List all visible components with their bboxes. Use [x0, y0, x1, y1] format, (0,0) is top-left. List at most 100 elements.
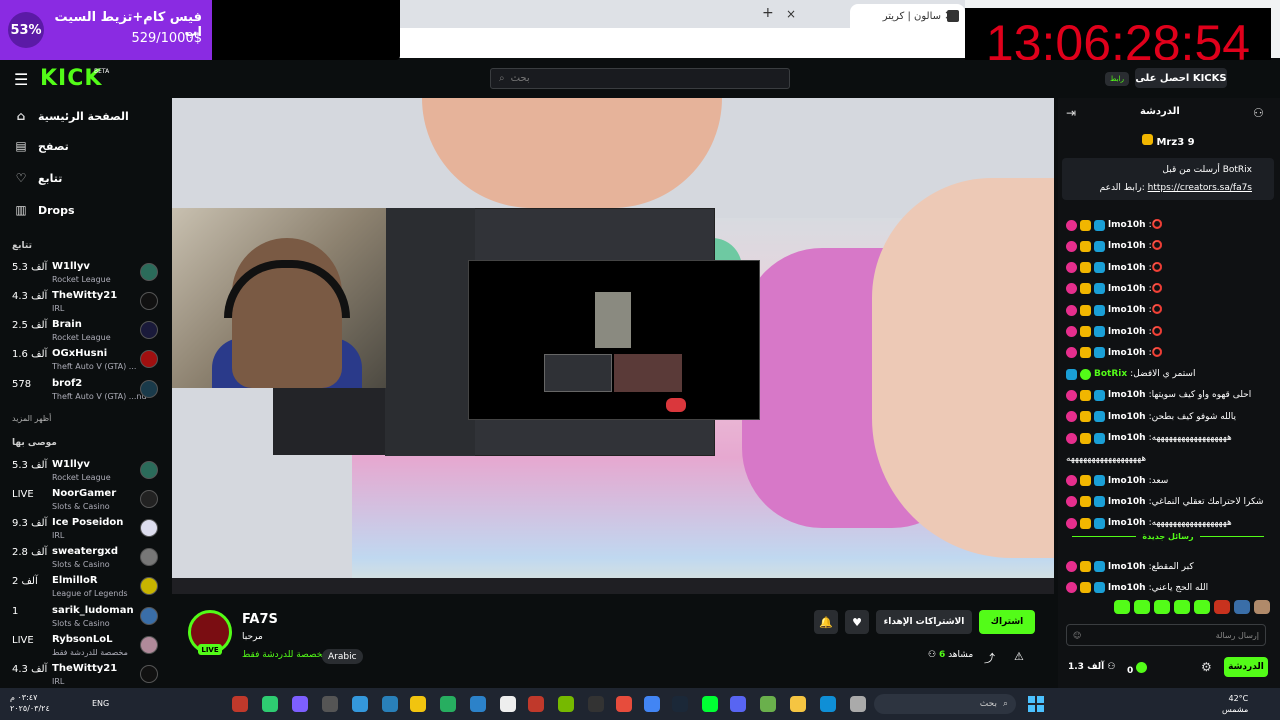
folder-icon[interactable] — [790, 696, 806, 712]
app-icon[interactable] — [292, 696, 308, 712]
channel-item[interactable]: 9.3 آلف Ice Poseidon IRL — [12, 516, 162, 544]
user-badge-icon — [1066, 262, 1077, 274]
emote-icon[interactable] — [1114, 600, 1130, 614]
chat-username[interactable]: lmo10h — [1108, 562, 1146, 572]
channel-item[interactable]: 1 sarik_ludoman Slots & Casino — [12, 604, 162, 632]
app-icon[interactable] — [470, 696, 486, 712]
discord-sidebar — [385, 208, 475, 456]
app-icon[interactable] — [850, 696, 866, 712]
category-link[interactable]: مخصصة للدردشة فقط — [242, 650, 327, 660]
collapse-chat-icon[interactable]: ⇥ — [1066, 106, 1076, 120]
app-icon[interactable] — [616, 696, 632, 712]
channel-item[interactable]: 5.3 آلف W1llyv Rocket League — [12, 458, 162, 486]
app-icon[interactable] — [760, 696, 776, 712]
hamburger-menu-icon[interactable]: ☰ — [14, 70, 28, 89]
chat-username[interactable]: lmo10h — [1108, 476, 1146, 486]
channel-item[interactable]: 2.8 آلف sweatergxd Slots & Casino — [12, 545, 162, 573]
discord-icon[interactable] — [730, 696, 746, 712]
chat-username[interactable]: lmo10h — [1108, 433, 1146, 443]
app-icon[interactable] — [410, 696, 426, 712]
channel-item[interactable]: 1.6 آلف OGxHusni Theft Auto V (GTA) ... — [12, 347, 162, 375]
address-bar[interactable] — [400, 28, 965, 58]
emote-icon[interactable] — [1134, 600, 1150, 614]
app-icon[interactable] — [500, 696, 516, 712]
app-icon[interactable] — [702, 696, 718, 712]
channel-item[interactable]: 578 brof2 Theft Auto V (GTA) ...nd — [12, 377, 162, 405]
chat-username[interactable]: lmo10h — [1108, 497, 1146, 507]
app-icon[interactable] — [262, 696, 278, 712]
gear-icon[interactable]: ⚙ — [1201, 660, 1212, 674]
channel-item[interactable]: 2 آلف ElmilloR League of Legends — [12, 574, 162, 602]
emoji-icon[interactable]: ☺ — [1073, 631, 1081, 640]
chat-username[interactable]: lmo10h — [1108, 220, 1146, 230]
show-more-link[interactable]: أظهر المزيد — [12, 414, 51, 423]
chat-username[interactable]: lmo10h — [1108, 327, 1146, 337]
chat-username[interactable]: lmo10h — [1108, 390, 1146, 400]
subscribe-button[interactable]: اشتراك — [979, 610, 1035, 634]
follow-heart-button[interactable]: ♥ — [845, 610, 869, 634]
get-kicks-button[interactable]: احصل على KICKS — [1135, 68, 1227, 88]
channel-item[interactable]: LIVE NoorGamer Slots & Casino — [12, 487, 162, 515]
report-icon[interactable]: ⚠ — [1014, 650, 1024, 663]
chat-username[interactable]: BotRix — [1094, 369, 1127, 379]
tab-close-icon[interactable]: × — [786, 7, 796, 21]
chat-username[interactable]: lmo10h — [1108, 518, 1146, 528]
channel-item[interactable]: 4.3 آلف TheWitty21 IRL — [12, 289, 162, 317]
app-icon[interactable] — [588, 696, 604, 712]
language-indicator[interactable]: ENG — [92, 699, 109, 708]
emote-bar[interactable] — [1066, 600, 1270, 616]
tab-close-icon[interactable]: × — [944, 8, 954, 22]
pinned-author: أرسلت من قبل BotRix — [1162, 165, 1252, 175]
channel-item[interactable]: 2.5 آلف Brain Rocket League — [12, 318, 162, 346]
chat-username[interactable]: lmo10h — [1108, 348, 1146, 358]
chat-username[interactable]: lmo10h — [1108, 412, 1146, 422]
kicks-balance[interactable]: 0 — [1127, 662, 1148, 676]
users-icon[interactable]: ⚇ — [1253, 106, 1264, 120]
app-icon[interactable] — [440, 696, 456, 712]
search-input[interactable]: ⌕ بحث — [490, 68, 790, 89]
app-icon[interactable] — [558, 696, 574, 712]
emote-icon[interactable] — [1234, 600, 1250, 614]
taskbar-search[interactable]: بحث ⌕ — [874, 694, 1016, 714]
chat-username[interactable]: lmo10h — [1108, 263, 1146, 273]
chrome-icon[interactable] — [644, 696, 660, 712]
channel-item[interactable]: 4.3 آلف TheWitty21 IRL — [12, 662, 162, 690]
sidebar-item-home[interactable]: ⌂ الصفحة الرئيسية — [14, 106, 129, 126]
emote-icon[interactable] — [1174, 600, 1190, 614]
new-tab-icon[interactable]: + — [762, 5, 774, 21]
channel-name: ElmilloR — [52, 575, 98, 586]
emote-icon[interactable] — [1194, 600, 1210, 614]
kicks-bubble[interactable]: رابط — [1105, 72, 1129, 86]
chat-send-button[interactable]: الدردشة — [1224, 657, 1268, 677]
gift-subs-button[interactable]: الاشتراكات الإهداء — [876, 610, 972, 634]
channel-item[interactable]: 5.3 آلف W1llyv Rocket League — [12, 260, 162, 288]
weather-desc: مشمس — [1222, 705, 1249, 714]
sidebar-item-drops[interactable]: ▥ Drops — [14, 200, 74, 220]
language-tag[interactable]: Arabic — [322, 649, 363, 664]
share-icon[interactable]: ⤴ — [984, 650, 995, 666]
emote-icon[interactable] — [1214, 600, 1230, 614]
app-icon[interactable] — [232, 696, 248, 712]
clock-tray[interactable]: ٠٣:٤٧ م ٢٠٢٥/٠٣/٢٤ — [10, 692, 50, 714]
chat-username[interactable]: lmo10h — [1108, 284, 1146, 294]
app-icon[interactable] — [382, 696, 398, 712]
chat-username[interactable]: lmo10h — [1108, 583, 1146, 593]
channel-item[interactable]: LIVE RybsonLoL مخصصة للدردشة فقط — [12, 633, 162, 661]
chat-username[interactable]: lmo10h — [1108, 305, 1146, 315]
app-icon[interactable] — [528, 696, 544, 712]
chat-username[interactable]: lmo10h — [1108, 241, 1146, 251]
emote-icon[interactable] — [1254, 600, 1270, 614]
sidebar-item-following[interactable]: ♡ تتابع — [14, 168, 63, 188]
steam-icon[interactable] — [672, 696, 688, 712]
support-link[interactable]: https://creators.sa/fa7s — [1148, 183, 1252, 193]
app-icon[interactable] — [322, 696, 338, 712]
chat-input[interactable]: ☺ إرسال رسالة — [1066, 624, 1266, 646]
notification-bell-button[interactable]: 🔔 — [814, 610, 838, 634]
streamer-name[interactable]: FA7S — [242, 612, 278, 627]
windows-start-icon[interactable] — [1028, 696, 1044, 712]
weather-widget[interactable]: 42°C مشمس — [1222, 693, 1248, 715]
sidebar-item-browse[interactable]: ▤ تصفح — [14, 136, 69, 156]
emote-icon[interactable] — [1154, 600, 1170, 614]
edge-icon[interactable] — [820, 696, 836, 712]
app-icon[interactable] — [352, 696, 368, 712]
